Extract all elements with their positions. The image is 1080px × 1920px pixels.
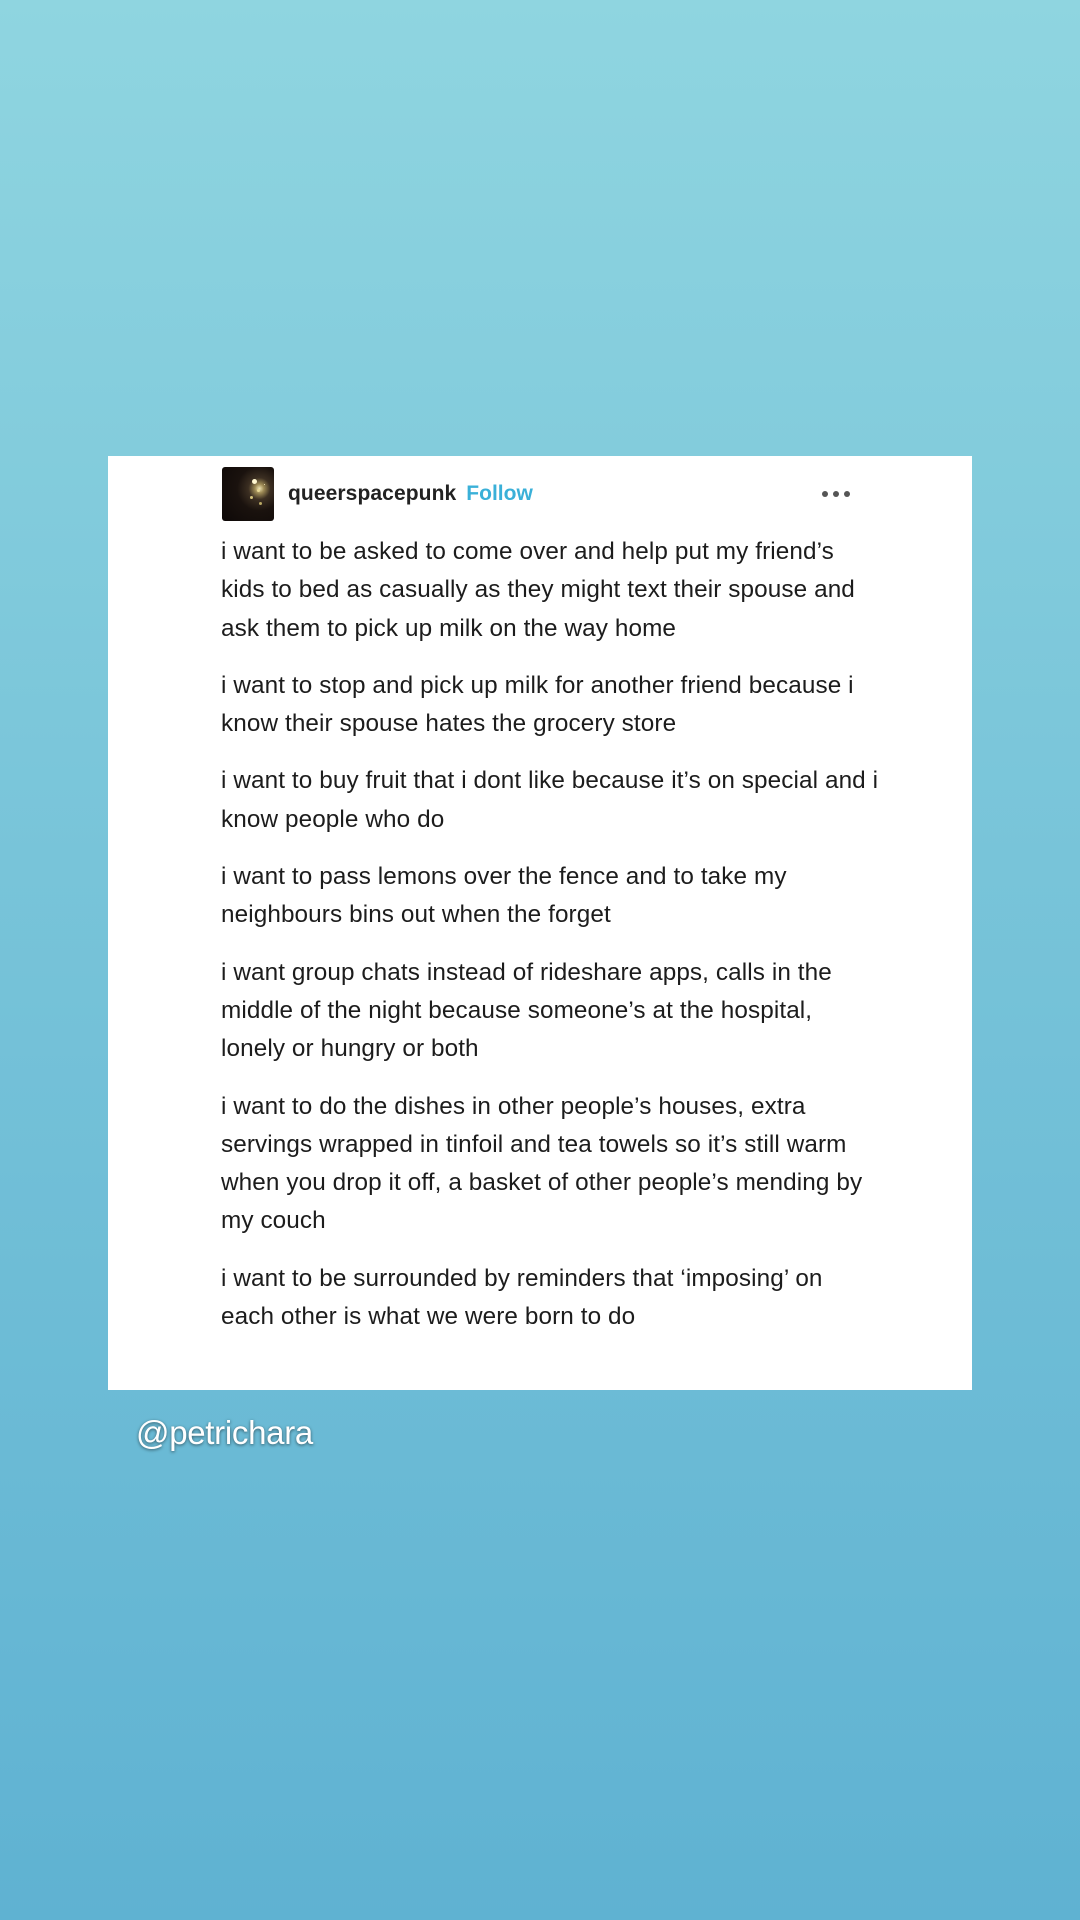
credit-handle: @petrichara	[136, 1414, 313, 1451]
post-card: queerspacepunk Follow i want to be asked…	[108, 456, 972, 1390]
avatar[interactable]	[222, 467, 274, 521]
post-paragraph: i want to stop and pick up milk for anot…	[221, 671, 854, 738]
post-paragraph: i want to be asked to come over and help…	[221, 538, 855, 642]
post-paragraph: i want to buy fruit that i dont like bec…	[221, 767, 879, 833]
post-header: queerspacepunk Follow	[222, 467, 862, 521]
more-horizontal-icon[interactable]	[822, 485, 850, 503]
username[interactable]: queerspacepunk	[288, 482, 456, 506]
follow-button[interactable]: Follow	[466, 482, 533, 506]
more-dot	[822, 491, 828, 497]
post-paragraph: i want to be surrounded by reminders tha…	[221, 1264, 823, 1331]
post-paragraph: i want to do the dishes in other people’…	[221, 1092, 863, 1235]
post-body: i want to be asked to come over and help…	[221, 533, 881, 1355]
post-paragraph: i want to pass lemons over the fence and…	[221, 863, 787, 929]
more-dot	[844, 491, 850, 497]
post-paragraph: i want group chats instead of rideshare …	[221, 958, 832, 1063]
more-dot	[833, 491, 839, 497]
